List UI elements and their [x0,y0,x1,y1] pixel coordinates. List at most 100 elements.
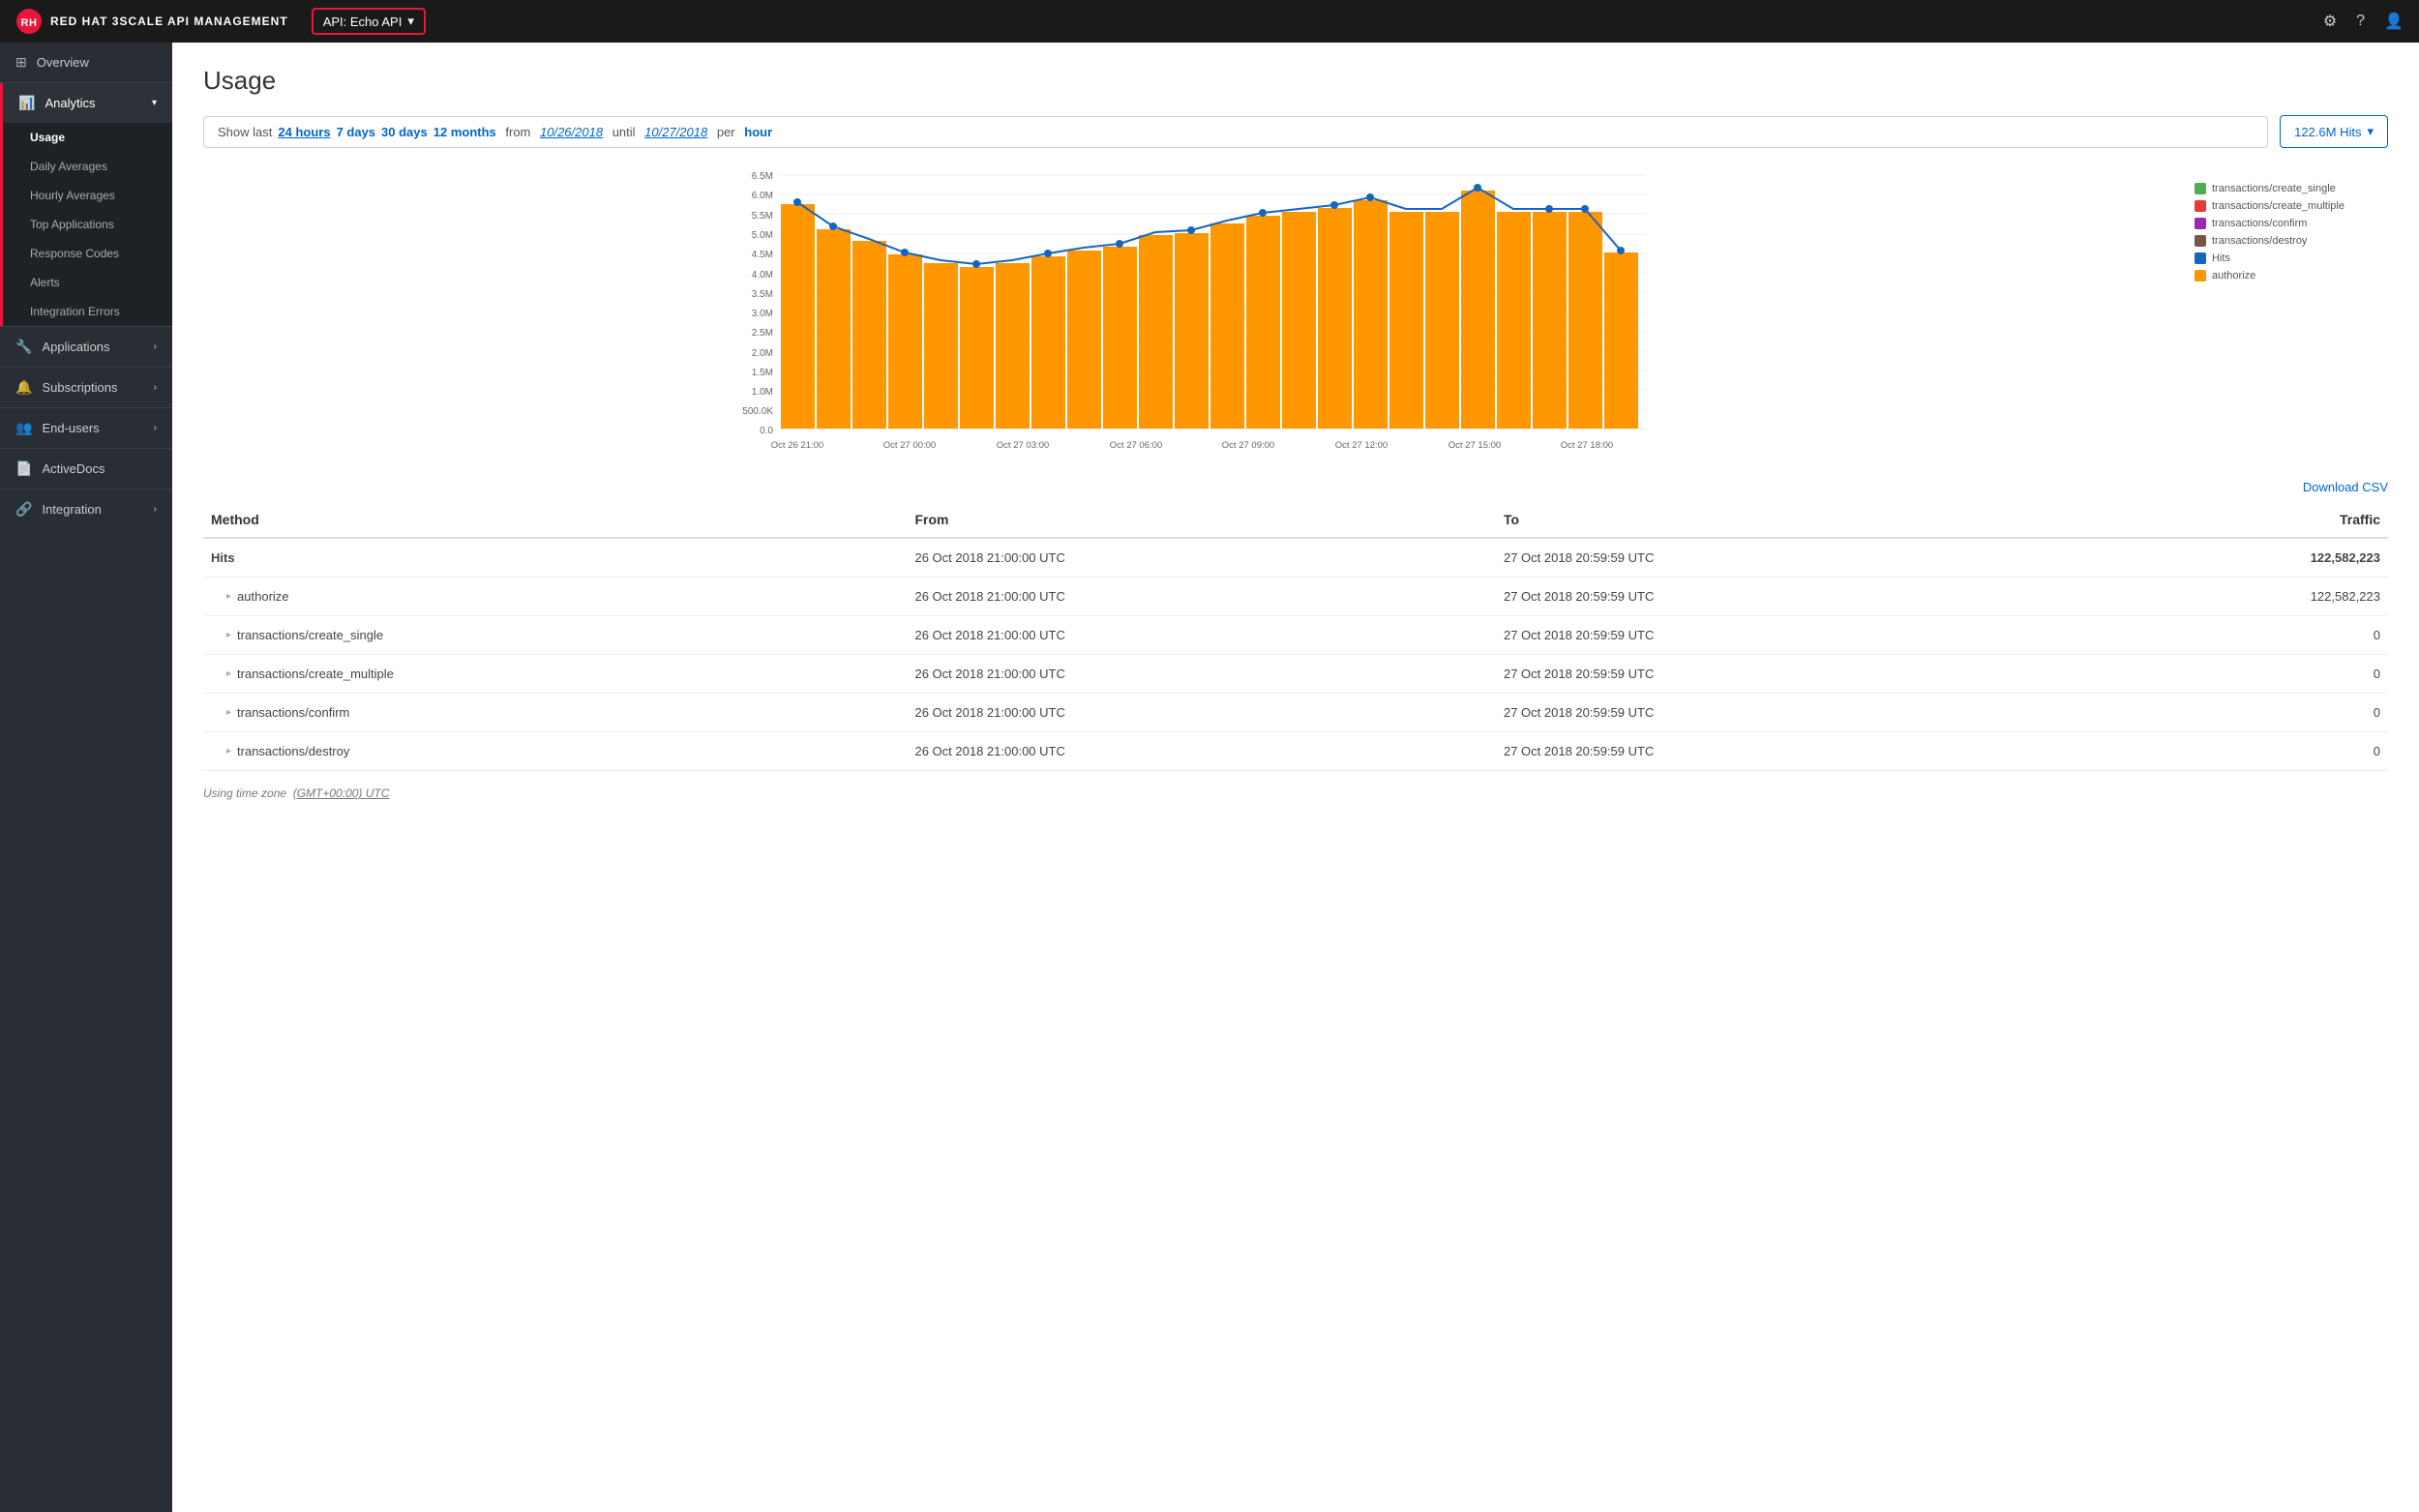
sidebar-item-analytics[interactable]: 📊 Analytics ▾ [0,83,172,123]
sidebar-sub-daily-averages[interactable]: Daily Averages [3,152,172,181]
svg-text:0.0: 0.0 [760,426,773,436]
table-row: ▸ authorize 26 Oct 2018 21:00:00 UTC27 O… [203,578,2388,616]
svg-text:Oct 27 12:00: Oct 27 12:00 [1335,440,1388,451]
cell-traffic: 0 [2084,732,2388,771]
bar-20 [1497,212,1531,429]
sidebar-item-subscriptions[interactable]: 🔔 Subscriptions › [0,368,172,407]
bar-10 [1139,235,1173,429]
legend-destroy: transactions/destroy [2195,235,2388,247]
sidebar-sub-top-applications[interactable]: Top Applications [3,210,172,239]
settings-icon[interactable]: ⚙ [2323,12,2337,31]
legend-color-destroy [2195,235,2206,247]
api-selector[interactable]: API: Echo API ▾ [312,8,426,35]
svg-text:4.5M: 4.5M [752,250,773,260]
cell-traffic: 122,582,223 [2084,578,2388,616]
overview-icon: ⊞ [15,54,27,71]
filter-24h[interactable]: 24 hours [278,125,330,139]
user-icon[interactable]: 👤 [2384,12,2404,31]
sidebar-item-endusers[interactable]: 👥 End-users › [0,408,172,448]
sidebar: ⊞ Overview 📊 Analytics ▾ Usage Daily Ave… [0,43,172,1512]
date-from[interactable]: 10/26/2018 [540,125,603,139]
col-method: Method [203,502,907,538]
cell-to: 27 Oct 2018 20:59:59 UTC [1496,694,2084,732]
legend-label-create-single: transactions/create_single [2212,183,2336,194]
cell-to: 27 Oct 2018 20:59:59 UTC [1496,655,2084,694]
bar-12 [1210,223,1244,429]
svg-text:Oct 26 21:00: Oct 26 21:00 [771,440,823,451]
legend-confirm: transactions/confirm [2195,218,2388,229]
bar-23 [1604,252,1638,429]
svg-text:1.5M: 1.5M [752,368,773,378]
svg-text:Oct 27 00:00: Oct 27 00:00 [883,440,936,451]
dot-4 [1044,250,1052,257]
show-last-label: Show last [218,125,272,139]
integration-icon: 🔗 [15,501,32,518]
bar-17 [1389,212,1423,429]
svg-text:5.0M: 5.0M [752,230,773,241]
col-traffic: Traffic [2084,502,2388,538]
help-icon[interactable]: ? [2356,13,2365,30]
legend-hits: Hits [2195,252,2388,264]
sidebar-sub-hourly-averages[interactable]: Hourly Averages [3,181,172,210]
sidebar-item-integration[interactable]: 🔗 Integration › [0,489,172,529]
bar-2 [852,241,886,429]
cell-from: 26 Oct 2018 21:00:00 UTC [907,616,1495,655]
cell-to: 27 Oct 2018 20:59:59 UTC [1496,732,2084,771]
analytics-submenu: Usage Daily Averages Hourly Averages Top… [0,123,172,326]
main-content: Usage Show last 24 hours 7 days 30 days … [172,43,2419,1512]
filter-12m[interactable]: 12 months [433,125,496,139]
applications-section: 🔧 Applications › [0,326,172,367]
filter-30d[interactable]: 30 days [381,125,428,139]
cell-to: 27 Oct 2018 20:59:59 UTC [1496,538,2084,578]
bar-0 [781,204,815,429]
legend-label-create-multiple: transactions/create_multiple [2212,200,2344,212]
hits-button[interactable]: 122.6M Hits ▾ [2280,115,2388,148]
method-value: transactions/destroy [237,744,349,758]
sidebar-sub-usage[interactable]: Usage [3,123,172,152]
legend-label-destroy: transactions/destroy [2212,235,2307,247]
legend-color-hits [2195,252,2206,264]
dot-10 [1474,184,1481,192]
method-value: transactions/create_multiple [237,667,394,681]
legend-authorize: authorize [2195,270,2388,282]
dot-11 [1545,205,1553,213]
redhat-logo-icon: RH [15,8,43,35]
dot-9 [1366,193,1374,201]
brand-text: RED HAT 3SCALE API MANAGEMENT [50,15,288,28]
cell-method: Hits [203,538,907,578]
download-csv-section: Download CSV [203,480,2388,494]
row-bullet: ▸ [226,746,231,756]
download-csv-link[interactable]: Download CSV [2303,480,2388,494]
svg-text:Oct 27 18:00: Oct 27 18:00 [1561,440,1613,451]
sidebar-item-applications[interactable]: 🔧 Applications › [0,327,172,367]
timezone-value[interactable]: (GMT+00:00) UTC [293,786,390,800]
hits-button-label: 122.6M Hits [2294,125,2361,139]
method-value: transactions/create_single [237,628,383,642]
sidebar-applications-label: Applications [42,340,109,354]
date-from-container: 10/26/2018 [540,125,603,139]
applications-icon: 🔧 [15,339,32,355]
sidebar-sub-response-codes[interactable]: Response Codes [3,239,172,268]
cell-from: 26 Oct 2018 21:00:00 UTC [907,538,1495,578]
cell-traffic: 0 [2084,616,2388,655]
integration-section: 🔗 Integration › [0,489,172,529]
filter-7d[interactable]: 7 days [337,125,375,139]
sidebar-overview-label: Overview [37,55,89,70]
page-title: Usage [203,66,2388,96]
date-to[interactable]: 10/27/2018 [644,125,707,139]
per-unit[interactable]: hour [744,125,772,139]
filter-bar: Show last 24 hours 7 days 30 days 12 mon… [203,115,2388,148]
sidebar-sub-alerts[interactable]: Alerts [3,268,172,297]
integration-caret: › [154,504,157,515]
cell-traffic: 0 [2084,694,2388,732]
cell-from: 26 Oct 2018 21:00:00 UTC [907,578,1495,616]
sidebar-sub-integration-errors[interactable]: Integration Errors [3,297,172,326]
sidebar-item-overview[interactable]: ⊞ Overview [0,43,172,82]
bar-1 [817,229,851,429]
svg-text:2.0M: 2.0M [752,348,773,359]
legend-color-authorize [2195,270,2206,282]
top-nav: RH RED HAT 3SCALE API MANAGEMENT API: Ec… [0,0,2419,43]
sidebar-item-activedocs[interactable]: 📄 ActiveDocs [0,449,172,489]
endusers-section: 👥 End-users › [0,407,172,448]
cell-from: 26 Oct 2018 21:00:00 UTC [907,694,1495,732]
